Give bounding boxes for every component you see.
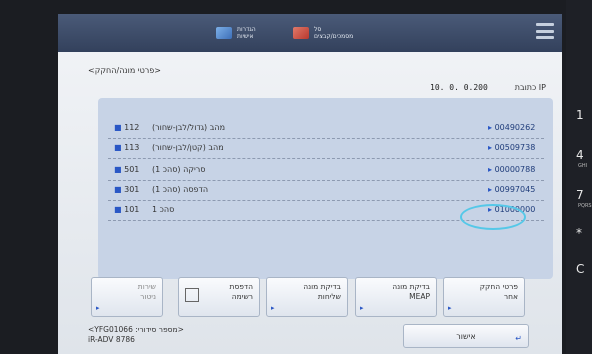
button-label-1: בדיקת מונה xyxy=(303,282,341,291)
top-toolbar: הגדרות אישיות סל מסמכים/קבצים xyxy=(58,14,562,52)
button-label-2: MEAP xyxy=(409,292,430,301)
counter-row: ■ 112 (גדול/לבן-שחור) מהב ▸ 00490262 xyxy=(108,120,544,139)
counter-description: 1 סהכ xyxy=(152,205,175,214)
bullet-icon: ■ xyxy=(114,185,122,194)
documents-box-button[interactable]: סל מסמכים/קבצים xyxy=(293,20,353,46)
documents-box-label-1: סל xyxy=(314,26,322,33)
counter-row: ■ 113 (קטן/לבן-שחור) מהב ▸ 00509738 xyxy=(108,140,544,159)
ok-button[interactable]: אישור ↵ xyxy=(403,324,529,348)
serial-number-line: <YFG01066 :מספר סידורי> xyxy=(88,325,184,334)
counter-number: 501 xyxy=(124,165,140,174)
key-clear[interactable]: C xyxy=(576,262,584,276)
counter-value: 00509738 xyxy=(494,143,536,152)
button-label-1: שירות xyxy=(137,282,156,291)
arrow-icon: ▸ xyxy=(488,165,493,174)
check-counter-meap-button[interactable]: בדיקת מונה MEAP ▸ xyxy=(355,277,437,317)
ok-button-label: אישור xyxy=(456,331,476,341)
arrow-icon: ▸ xyxy=(488,143,493,152)
counter-row: ■ 301 (1 סהכ) הדפסה ▸ 00997045 xyxy=(108,182,544,201)
arrow-icon: ▸ xyxy=(96,304,100,312)
button-label-1: בדיקת מונה xyxy=(392,282,430,291)
button-label-2: רשימה xyxy=(231,292,253,301)
key-4[interactable]: 4 xyxy=(576,148,584,162)
counter-number: 101 xyxy=(124,205,140,214)
highlight-circle xyxy=(460,204,526,230)
arrow-icon: ▸ xyxy=(360,304,364,312)
counter-number: 113 xyxy=(124,143,140,152)
arrow-icon: ▸ xyxy=(488,123,493,132)
personal-settings-label-2: אישיות xyxy=(237,33,254,40)
bullet-icon: ■ xyxy=(114,143,122,152)
documents-box-label-2: מסמכים/קבצים xyxy=(314,33,354,40)
counter-value: 00997045 xyxy=(494,185,536,194)
key-1[interactable]: 1 xyxy=(576,108,584,122)
service-monitor-button[interactable]: שירות ניטור ▸ xyxy=(91,277,163,317)
arrow-icon: ▸ xyxy=(271,304,275,312)
bullet-icon: ■ xyxy=(114,205,122,214)
button-label-2: אחר xyxy=(503,292,518,301)
counter-list-panel: ■ 112 (גדול/לבן-שחור) מהב ▸ 00490262 ■ 1… xyxy=(98,98,553,279)
settings-folder-icon xyxy=(216,27,232,39)
button-label-2: ניטור xyxy=(140,292,156,301)
counter-description: (1 סהכ) הדפסה xyxy=(152,185,209,194)
counter-value: 00000788 xyxy=(494,165,536,174)
arrow-icon: ▸ xyxy=(448,304,452,312)
counter-description: (קטן/לבן-שחור) מהב xyxy=(152,143,224,152)
counter-value: 00490262 xyxy=(494,123,536,132)
print-list-button[interactable]: הדפסת רשימה xyxy=(178,277,260,317)
personal-settings-label-1: הגדרות xyxy=(237,26,256,33)
key-7-letters: PQRS xyxy=(578,203,592,209)
printer-icon xyxy=(185,288,199,302)
documents-box-icon xyxy=(293,27,309,39)
counter-number: 301 xyxy=(124,185,140,194)
check-counter-sends-button[interactable]: בדיקת מונה שליחות ▸ xyxy=(266,277,348,317)
button-label-2: שליחות xyxy=(317,292,341,301)
bullet-icon: ■ xyxy=(114,123,122,132)
counter-description: (1 סהכ) סריקה xyxy=(152,165,206,174)
other-details-button[interactable]: פרטי החקק אחר ▸ xyxy=(443,277,525,317)
enter-icon: ↵ xyxy=(515,334,522,343)
serial-number: <YFG01066 :מספר סידורי> iR-ADV 8786 xyxy=(88,325,184,345)
hardware-keypad: 1 4 GHI 7 PQRS * C xyxy=(566,0,592,354)
key-7[interactable]: 7 xyxy=(576,188,584,202)
counter-description: (גדול/לבן-שחור) מהב xyxy=(152,123,226,132)
key-star[interactable]: * xyxy=(576,226,582,240)
personal-settings-button[interactable]: הגדרות אישיות xyxy=(216,20,256,46)
menu-icon[interactable] xyxy=(536,23,554,39)
key-4-letters: GHI xyxy=(578,163,588,169)
model-name: iR-ADV 8786 xyxy=(88,335,135,344)
ip-address-label: כתובת IP xyxy=(514,83,546,92)
counter-number: 112 xyxy=(124,123,140,132)
button-label-1: הדפסת xyxy=(229,282,253,291)
bullet-icon: ■ xyxy=(114,165,122,174)
breadcrumb: <פרטי מונה/החקק> xyxy=(88,66,161,75)
counter-row: ■ 501 (1 סהכ) סריקה ▸ 00000788 xyxy=(108,162,544,181)
arrow-icon: ▸ xyxy=(488,185,493,194)
device-screen: הגדרות אישיות סל מסמכים/קבצים <פרטי מונה… xyxy=(58,14,562,354)
ip-address-value: 10. 0. 0.200 xyxy=(430,83,488,92)
button-label-1: פרטי החקק xyxy=(479,282,518,291)
